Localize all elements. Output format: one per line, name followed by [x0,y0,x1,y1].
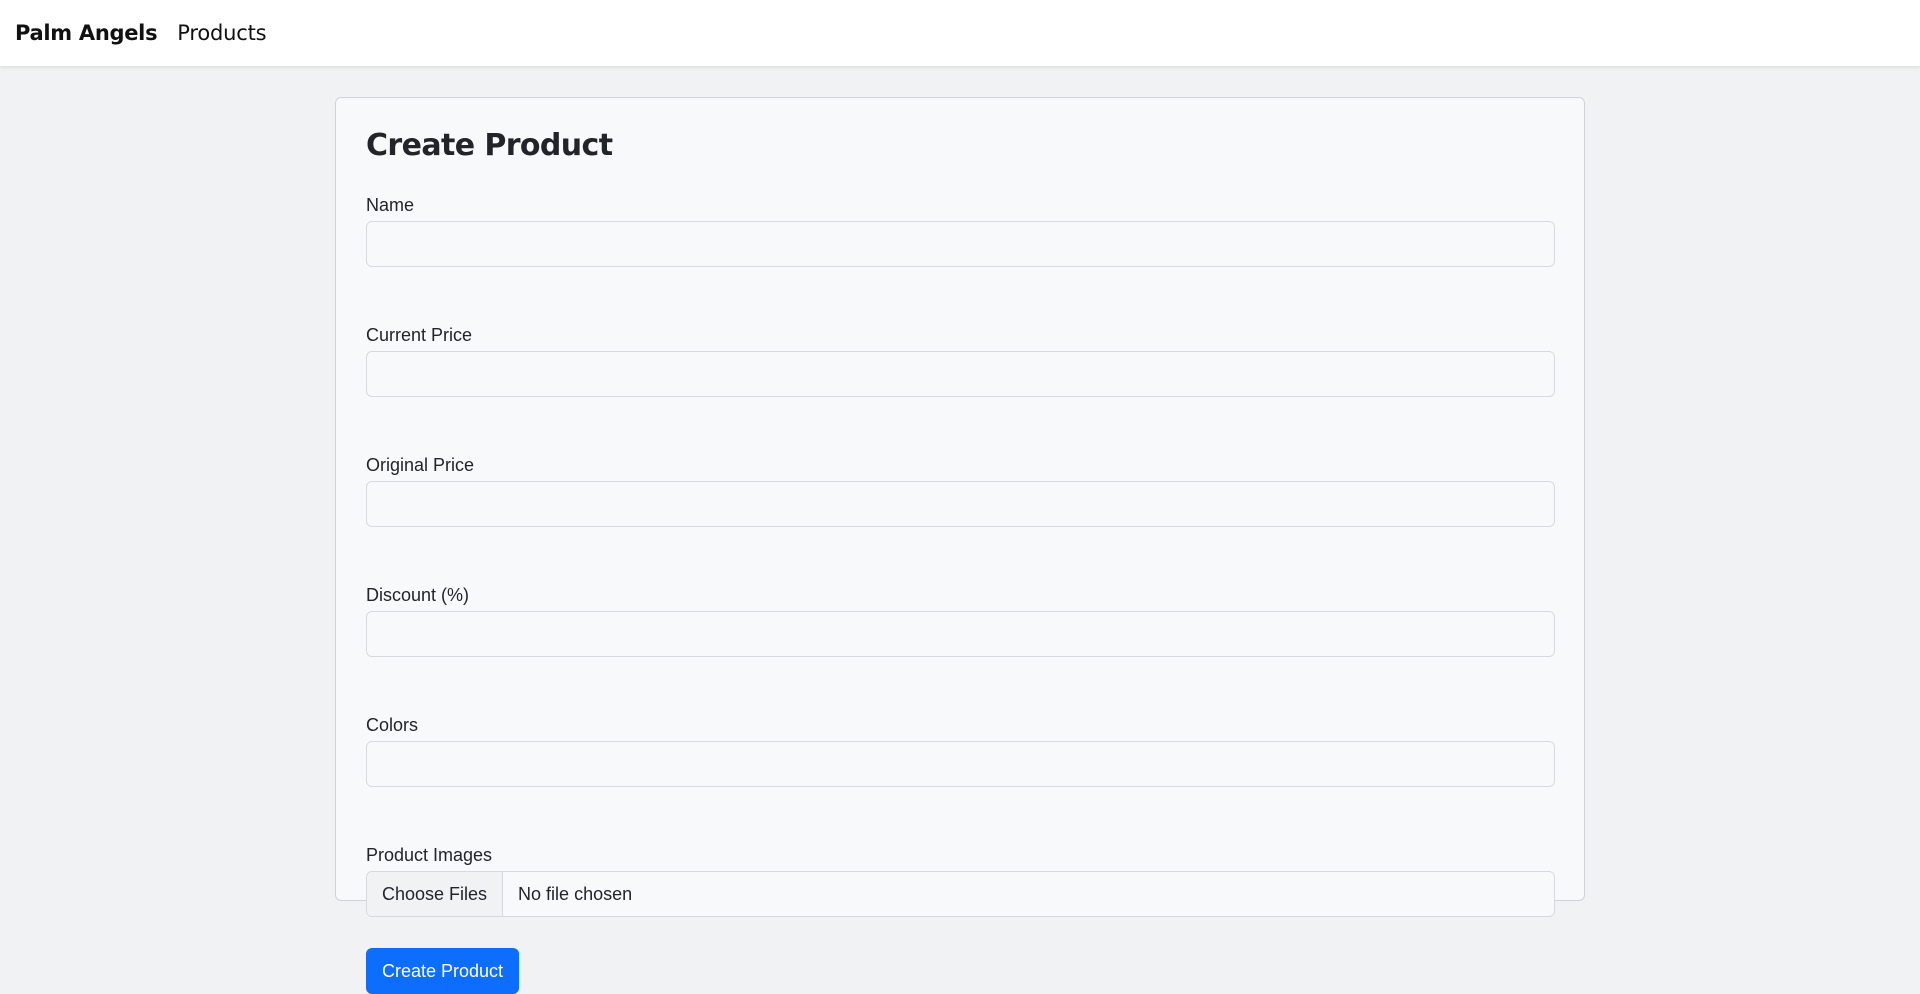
create-product-button[interactable]: Create Product [366,948,520,994]
colors-label: Colors [366,715,419,735]
top-navbar: Palm Angels Products [0,0,1920,66]
original-price-field-group: Original Price [366,454,1555,527]
product-images-label: Product Images [366,845,493,865]
colors-field-group: Colors [366,714,1555,787]
original-price-label: Original Price [366,455,475,475]
discount-label: Discount (%) [366,585,470,605]
product-images-field-group: Product Images Choose Files No file chos… [366,844,1555,917]
choose-files-button[interactable]: Choose Files [367,872,504,916]
file-status-text: No file chosen [518,883,633,904]
current-price-label: Current Price [366,325,473,345]
product-images-file-input[interactable]: Choose Files No file chosen [366,871,1555,917]
discount-input[interactable] [366,611,1555,657]
brand-link[interactable]: Palm Angels [15,21,158,45]
colors-input[interactable] [366,741,1555,787]
name-label: Name [366,195,415,215]
nav-link-products[interactable]: Products [177,21,266,45]
name-input[interactable] [366,221,1555,267]
create-product-card: Create Product Name Current Price Origin… [335,97,1585,994]
name-field-group: Name [366,194,1555,267]
page-title: Create Product [366,128,613,163]
current-price-field-group: Current Price [366,324,1555,397]
original-price-input[interactable] [366,481,1555,527]
current-price-input[interactable] [366,351,1555,397]
discount-field-group: Discount (%) [366,584,1555,657]
